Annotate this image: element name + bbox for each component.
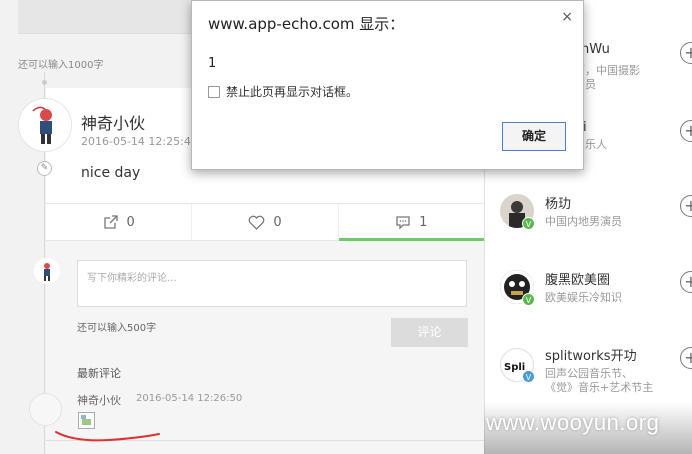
edit-pen-icon[interactable]: ✎ [37,161,52,176]
share-count: 0 [126,214,135,230]
checkbox-icon[interactable] [208,85,220,98]
svg-text:Spli: Spli [504,362,525,373]
current-user-avatar [34,258,60,284]
verified-badge-icon: V [522,370,535,383]
submit-comment-button[interactable]: 评论 [391,318,468,347]
recommend-item[interactable]: V 杨玏 中国内地男演员 + [485,190,692,260]
post-action-bar: 0 0 1 [46,203,485,241]
alert-dialog: www.app-echo.com 显示： × 1 禁止此页再显示对话框。 确定 [191,0,584,170]
dialog-title: www.app-echo.com 显示： [208,15,405,33]
recommend-desc: 乐人 [585,138,607,151]
share-button[interactable]: 0 [46,204,193,240]
post-author-name[interactable]: 神奇小伙 [81,110,145,134]
commenter-name[interactable]: 神奇小伙 [77,392,121,408]
comment-input[interactable]: 写下你精彩的评论... [77,260,467,307]
checkbox-label: 禁止此页再显示对话框。 [226,85,359,99]
watermark-text: www.wooyun.org [486,410,660,435]
commenter-avatar[interactable] [29,393,62,426]
follow-plus-icon[interactable]: + [680,195,692,217]
like-button[interactable]: 0 [192,204,339,240]
heart-icon [249,215,265,230]
red-annotation-underline [55,431,160,442]
recommend-desc-2: 员 [585,78,596,91]
broken-image-icon [78,412,95,429]
timeline-dot [42,80,47,85]
recommend-name[interactable]: splitworks开功 [545,345,637,364]
like-count: 0 [273,214,282,230]
comment-timestamp: 2016-05-14 12:26:50 [136,393,243,404]
comment-count: 1 [419,214,428,230]
recommend-name[interactable]: 杨玏 [545,193,571,212]
comment-char-limit: 还可以输入500字 [77,323,157,334]
recommend-desc-2: 《觉》音乐+艺术节主 [545,381,654,394]
post-content: nice day [81,165,141,181]
close-icon[interactable]: × [561,9,573,25]
follow-plus-icon[interactable]: + [680,120,692,142]
author-avatar[interactable] [18,98,72,152]
recommend-desc: 欧美娱乐冷知识 [545,291,622,304]
verified-badge-icon: V [522,217,535,230]
comment-icon [396,215,410,230]
latest-comments-heading: 最新评论 [77,367,121,380]
recommend-item[interactable]: V 腹黑欧美圈 欧美娱乐冷知识 + [485,266,692,336]
dialog-message: 1 [208,56,217,71]
share-icon [103,215,118,229]
ok-button[interactable]: 确定 [502,122,566,151]
follow-plus-icon[interactable]: + [680,271,692,293]
verified-badge-icon: V [522,293,535,306]
post-timestamp: 2016-05-14 12:25:44 [81,135,198,148]
follow-plus-icon[interactable]: + [680,347,692,369]
char-limit-top: 还可以输入1000字 [18,60,104,71]
recommend-desc: 中国内地男演员 [545,215,622,228]
follow-plus-icon[interactable]: + [680,42,692,64]
recommend-name[interactable]: 腹黑欧美圈 [545,269,610,288]
comment-tab-button[interactable]: 1 [338,204,485,241]
recommend-desc: 回声公园音乐节、 [545,367,633,380]
suppress-dialogs-checkbox[interactable]: 禁止此页再显示对话框。 [208,83,358,100]
